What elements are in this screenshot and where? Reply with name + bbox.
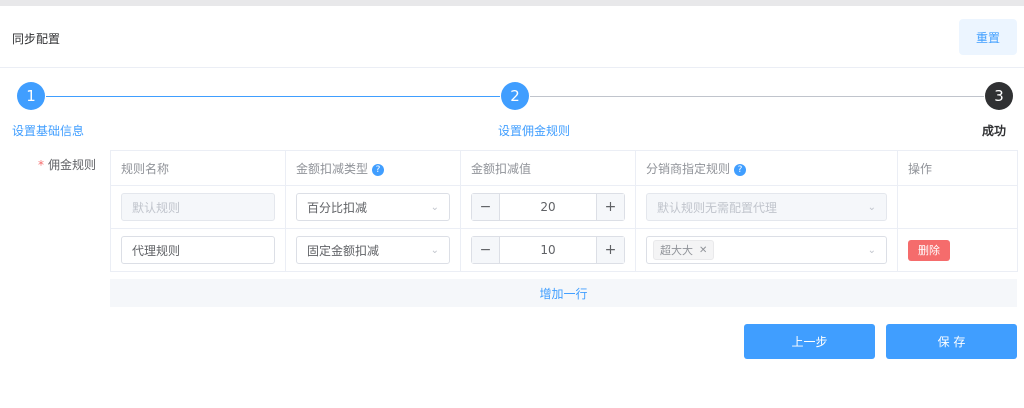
deduct-type-value: 固定金额扣减: [307, 243, 380, 258]
chevron-down-icon: ⌄: [430, 244, 439, 256]
add-row-button[interactable]: 增加一行: [110, 279, 1017, 307]
step-connector-1: [46, 96, 500, 97]
deduct-value-stepper: − 20 +: [471, 193, 625, 221]
commission-rules-table: 规则名称 金额扣减类型? 金额扣减值 分销商指定规则? 操作 默认规则 百分比扣…: [110, 150, 1018, 272]
column-header-distributor-rule: 分销商指定规则?: [635, 150, 898, 186]
chevron-down-icon: ⌄: [867, 244, 876, 256]
table-row: 代理规则 固定金额扣减 ⌄ − 10 + 超大大 ✕ ⌄ 删除: [110, 228, 1018, 272]
distributor-tag: 超大大 ✕: [653, 240, 715, 260]
deduct-type-select[interactable]: 固定金额扣减 ⌄: [296, 236, 450, 264]
column-header-deduct-type: 金额扣减类型?: [285, 150, 461, 186]
reset-button[interactable]: 重置: [959, 19, 1017, 55]
step-2-circle: 2: [501, 82, 529, 110]
chevron-down-icon: ⌄: [430, 201, 439, 213]
required-mark: *: [38, 158, 44, 172]
increase-button[interactable]: +: [596, 237, 624, 263]
rule-name-input[interactable]: 代理规则: [121, 236, 275, 264]
distributor-tag-label: 超大大: [660, 244, 693, 257]
page-title: 同步配置: [12, 32, 61, 46]
step-1-circle: 1: [17, 82, 45, 110]
column-header-deduct-value: 金额扣减值: [460, 150, 636, 186]
decrease-button[interactable]: −: [472, 237, 500, 263]
help-icon[interactable]: ?: [372, 163, 385, 176]
help-icon[interactable]: ?: [734, 163, 747, 176]
step-1-title: 设置基础信息: [12, 124, 85, 138]
deduct-value-input[interactable]: 20: [500, 194, 596, 220]
table-header-row: 规则名称 金额扣减类型? 金额扣减值 分销商指定规则? 操作: [110, 150, 1018, 186]
chevron-down-icon: ⌄: [867, 201, 876, 213]
column-header-actions: 操作: [897, 150, 1018, 186]
increase-button[interactable]: +: [596, 194, 624, 220]
deduct-value-input[interactable]: 10: [500, 237, 596, 263]
deduct-type-select[interactable]: 百分比扣减 ⌄: [296, 193, 450, 221]
step-connector-2: [530, 96, 984, 97]
step-2-title: 设置佣金规则: [498, 124, 571, 138]
page-header: 同步配置 重置: [0, 6, 1024, 68]
table-row: 默认规则 百分比扣减 ⌄ − 20 + 默认规则无需配置代理 ⌄: [110, 185, 1018, 229]
distributor-rule-select[interactable]: 超大大 ✕ ⌄: [646, 236, 887, 264]
commission-rules-label: * 佣金规则: [38, 156, 96, 173]
deduct-value-stepper: − 10 +: [471, 236, 625, 264]
decrease-button[interactable]: −: [472, 194, 500, 220]
distributor-rule-select: 默认规则无需配置代理 ⌄: [646, 193, 887, 221]
step-3-title: 成功: [982, 124, 1007, 138]
rule-name-input: 默认规则: [121, 193, 275, 221]
deduct-type-value: 百分比扣减: [307, 200, 368, 215]
close-icon[interactable]: ✕: [699, 245, 707, 256]
column-header-rule-name: 规则名称: [110, 150, 286, 186]
actions-cell: [897, 185, 1018, 229]
save-button[interactable]: 保 存: [886, 324, 1017, 359]
step-3-circle: 3: [985, 82, 1013, 110]
previous-step-button[interactable]: 上一步: [744, 324, 875, 359]
commission-rules-label-text: 佣金规则: [48, 158, 97, 172]
distributor-rule-placeholder: 默认规则无需配置代理: [657, 200, 778, 215]
delete-button[interactable]: 删除: [908, 239, 950, 261]
